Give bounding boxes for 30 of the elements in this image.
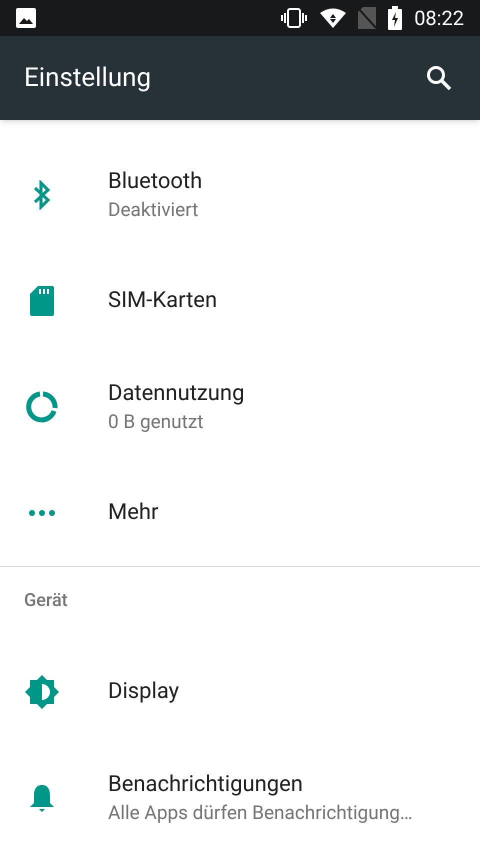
settings-item[interactable]: SIM-Karten <box>0 248 480 354</box>
settings-item[interactable]: Datennutzung 0 B genutzt <box>0 354 480 460</box>
item-title: Bluetooth <box>108 168 202 196</box>
image-icon <box>16 8 36 28</box>
bluetooth-icon <box>33 180 51 210</box>
brightness-icon <box>25 675 59 709</box>
item-title: SIM-Karten <box>108 287 218 315</box>
no-sim-icon <box>358 7 376 29</box>
item-title: Benachrichtigungen <box>108 771 304 799</box>
more-icon <box>28 509 56 517</box>
bell-icon <box>29 783 55 813</box>
settings-item[interactable]: Benachrichtigungen Alle Apps dürfen Benachrichtigung… <box>0 745 480 851</box>
item-title: Display <box>108 678 180 706</box>
item-title: Mehr <box>108 499 158 527</box>
vibrate-icon <box>280 8 308 28</box>
item-subtitle: Alle Apps dürfen Benachrichtigung… <box>108 800 413 826</box>
settings-item[interactable]: Display <box>0 639 480 745</box>
toolbar-title: Einstellung <box>24 62 152 94</box>
settings-item[interactable]: Mehr <box>0 460 480 566</box>
settings-item[interactable]: Bluetooth Deaktiviert <box>0 142 480 248</box>
item-title: Datennutzung <box>108 380 244 408</box>
item-subtitle: 0 B genutzt <box>108 409 205 435</box>
battery-charging-icon <box>388 6 402 30</box>
clock-time: 08:22 <box>414 5 464 32</box>
sim-card-icon <box>30 286 54 316</box>
search-icon <box>426 65 452 91</box>
item-subtitle: Deaktiviert <box>108 197 200 223</box>
data-usage-icon <box>26 391 58 423</box>
section-header: Gerät <box>24 589 68 613</box>
wifi-icon <box>320 8 346 28</box>
